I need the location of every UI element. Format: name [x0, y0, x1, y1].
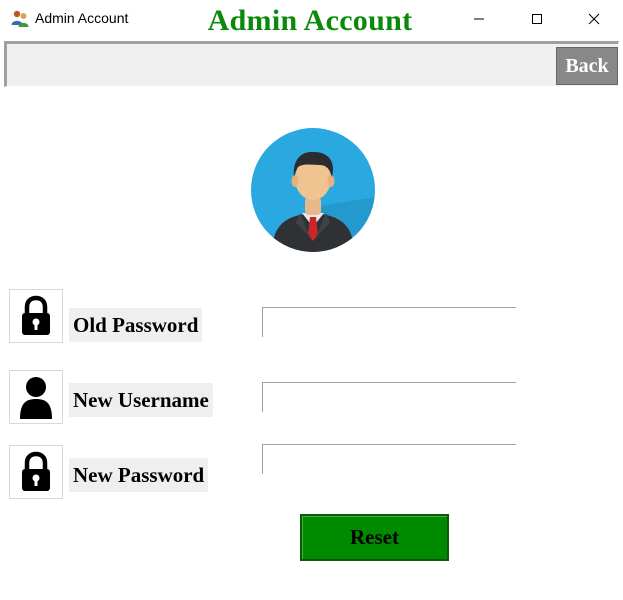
lock-icon: [22, 295, 50, 335]
old-password-icon-box: [9, 289, 63, 343]
new-password-label: New Password: [69, 458, 209, 492]
lock-icon: [22, 451, 50, 491]
old-password-label: Old Password: [69, 308, 203, 342]
new-password-field[interactable]: [262, 444, 516, 474]
back-button[interactable]: Back: [556, 47, 618, 85]
businessman-avatar-icon: [251, 128, 375, 252]
user-icon: [20, 377, 52, 419]
reset-button[interactable]: Reset: [300, 514, 449, 561]
new-password-icon-box: [9, 445, 63, 499]
admin-account-window: Admin Account Admin Account Back Old Pas…: [0, 0, 623, 600]
header-banner: [4, 41, 619, 87]
old-password-field[interactable]: [262, 307, 516, 337]
page-title: Admin Account: [207, 4, 413, 37]
new-username-icon-box: [9, 370, 63, 424]
new-username-field[interactable]: [262, 382, 516, 412]
avatar: [250, 127, 376, 253]
new-username-label: New Username: [69, 383, 213, 417]
